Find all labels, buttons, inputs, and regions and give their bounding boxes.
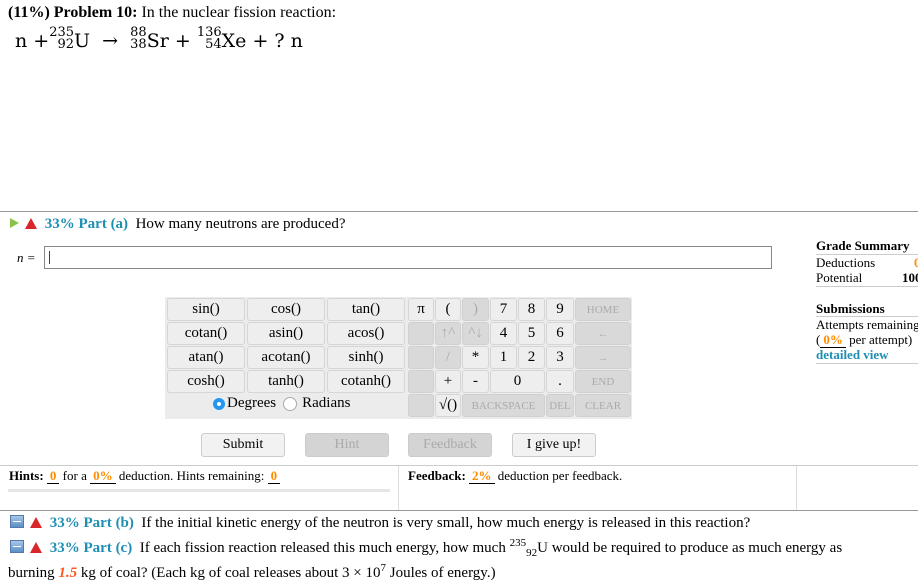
key-k3[interactable]: 3	[546, 346, 574, 369]
radio-selected-icon	[213, 397, 225, 410]
play-icon[interactable]	[10, 218, 19, 228]
key-tan[interactable]: tan()	[327, 298, 405, 321]
submit-button[interactable]: Submit	[201, 433, 285, 457]
key-pi[interactable]: π	[408, 298, 434, 321]
warning-icon	[25, 218, 37, 229]
key-cosh[interactable]: cosh()	[167, 370, 245, 393]
key-down[interactable]: ^↓	[462, 322, 489, 345]
part-a-header: 33% Part (a) How many neutrons are produ…	[10, 216, 346, 233]
key-k8[interactable]: 8	[518, 298, 545, 321]
key-acos[interactable]: acos()	[327, 322, 405, 345]
key-sin[interactable]: sin()	[167, 298, 245, 321]
give-up-button[interactable]: I give up!	[512, 433, 596, 457]
key-cotan[interactable]: cotan()	[167, 322, 245, 345]
detailed-view-link[interactable]: detailed view	[816, 347, 889, 363]
key-up[interactable]: ↑^	[435, 322, 461, 345]
key-div[interactable]: /	[435, 346, 461, 369]
key-cotanh[interactable]: cotanh()	[327, 370, 405, 393]
feedback-info: Feedback: 2% deduction per feedback.	[408, 468, 623, 484]
key-k0[interactable]: 0	[490, 370, 545, 393]
key-end[interactable]: END	[575, 370, 631, 393]
blank-key	[408, 394, 434, 417]
radians-radio[interactable]	[283, 396, 298, 411]
key-k7[interactable]: 7	[490, 298, 517, 321]
hints-info: Hints: 0 for a 0% deduction. Hints remai…	[9, 468, 281, 484]
key-tanh[interactable]: tanh()	[247, 370, 325, 393]
problem-header: (11%) Problem 10: In the nuclear fission…	[8, 4, 337, 21]
key-plus[interactable]: +	[435, 370, 461, 393]
input-label: n =	[17, 250, 36, 265]
key-mul[interactable]: *	[462, 346, 489, 369]
key-minus[interactable]: -	[462, 370, 489, 393]
text-cursor	[49, 251, 50, 264]
collapse-icon	[10, 540, 24, 553]
blank-key	[408, 322, 434, 345]
key-acotan[interactable]: acotan()	[247, 346, 325, 369]
blank-key	[408, 346, 434, 369]
key-cos[interactable]: cos()	[247, 298, 325, 321]
key-k6[interactable]: 6	[546, 322, 574, 345]
key-clear[interactable]: CLEAR	[575, 394, 631, 417]
key-k5[interactable]: 5	[518, 322, 545, 345]
reaction-equation: n +235 92 U → 88 38 Sr + 136 54 Xe + ? n	[15, 25, 303, 52]
collapse-icon	[10, 515, 24, 528]
key-left[interactable]: ←	[575, 322, 631, 345]
key-backspace[interactable]: BACKSPACE	[462, 394, 545, 417]
key-k1[interactable]: 1	[490, 346, 517, 369]
key-asin[interactable]: asin()	[247, 322, 325, 345]
part-c-continued: burning 1.5 kg of coal? (Each kg of coal…	[8, 562, 496, 581]
warning-icon	[30, 542, 42, 553]
degrees-radio[interactable]: Degrees Radians	[213, 395, 350, 412]
part-c-header[interactable]: 33% Part (c) If each fission reaction re…	[10, 537, 842, 559]
key-k9[interactable]: 9	[546, 298, 574, 321]
part-b-header[interactable]: 33% Part (b) If the initial kinetic ener…	[10, 515, 750, 532]
feedback-button[interactable]: Feedback	[408, 433, 492, 457]
warning-icon	[30, 517, 42, 528]
answer-input[interactable]	[44, 246, 772, 269]
key-del[interactable]: DEL	[546, 394, 574, 417]
key-right[interactable]: →	[575, 346, 631, 369]
key-sqrt[interactable]: √()	[435, 394, 461, 417]
key-rparen[interactable]: )	[462, 298, 489, 321]
key-sinh[interactable]: sinh()	[327, 346, 405, 369]
key-atan[interactable]: atan()	[167, 346, 245, 369]
hint-button[interactable]: Hint	[305, 433, 389, 457]
key-lparen[interactable]: (	[435, 298, 461, 321]
key-k2[interactable]: 2	[518, 346, 545, 369]
key-dot[interactable]: .	[546, 370, 574, 393]
key-k4[interactable]: 4	[490, 322, 517, 345]
blank-key	[408, 370, 434, 393]
key-home[interactable]: HOME	[575, 298, 631, 321]
